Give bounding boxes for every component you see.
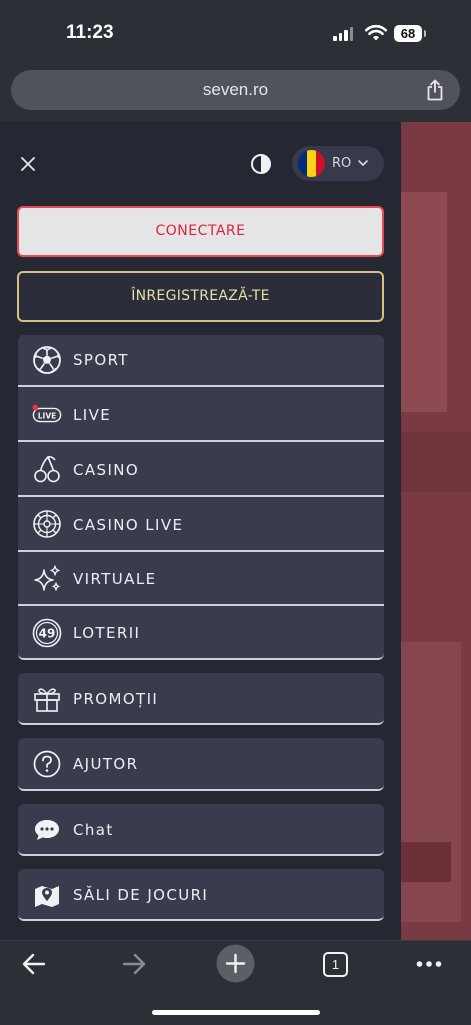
address-bar[interactable]: seven.ro [11,70,460,110]
tabs-count-button[interactable]: 1 [323,952,348,977]
close-icon[interactable] [19,155,37,173]
home-indicator[interactable] [152,1010,320,1015]
more-options-icon[interactable] [416,960,442,968]
map-pin-icon [35,886,59,907]
question-circle-icon [33,750,61,778]
cherries-icon [34,455,60,483]
background-site-overlay[interactable] [401,122,471,940]
status-time: 11:23 [66,22,114,43]
menu-item-ajutor[interactable]: AJUTOR [18,738,384,791]
roulette-wheel-icon [33,510,61,538]
menu-item-label: CASINO LIVE [73,516,184,534]
share-icon[interactable] [426,79,444,101]
menu-item-label: Chat [73,821,114,839]
theme-toggle-icon[interactable] [250,153,272,175]
language-code: RO [332,156,352,171]
back-arrow-icon[interactable] [20,952,48,976]
live-badge-icon: LIVE [32,404,62,423]
menu-item-loterii[interactable]: 49 LOTERII [18,606,384,660]
live-icon-text: LIVE [38,411,57,420]
status-bar: 11:23 68 [0,0,471,62]
lottery-ball-49-icon: 49 [32,618,62,648]
lottery-icon-text: 49 [39,627,56,641]
menu-item-casino-live[interactable]: CASINO LIVE [18,497,384,552]
register-button[interactable]: ÎNREGISTREAZĂ-TE [17,271,384,322]
menu-item-chat[interactable]: Chat [18,804,384,856]
menu-item-label: SPORT [73,351,129,369]
menu-item-label: LOTERII [73,624,141,642]
battery-indicator: 68 [394,25,426,42]
language-selector[interactable]: RO [292,146,384,181]
forward-arrow-icon[interactable] [120,952,148,976]
new-tab-plus-icon[interactable] [216,944,255,983]
menu-item-sport[interactable]: SPORT [18,335,384,387]
cellular-signal-icon [333,27,353,41]
login-label: CONECTARE [155,223,246,239]
romania-flag-icon [298,150,325,177]
menu-item-label: CASINO [73,461,140,479]
menu-item-casino[interactable]: CASINO [18,442,384,497]
chat-bubble-icon [35,820,59,840]
menu-item-sali-de-jocuri[interactable]: SĂLI DE JOCURI [18,869,384,921]
register-label: ÎNREGISTREAZĂ-TE [131,288,270,304]
menu-item-label: PROMOȚII [73,690,159,708]
menu-item-label: VIRTUALE [73,570,157,588]
gift-icon [34,688,60,712]
menu-item-live[interactable]: LIVE LIVE [18,387,384,442]
menu-item-promotii[interactable]: PROMOȚII [18,673,384,725]
url-text[interactable]: seven.ro [11,80,460,100]
chevron-down-icon [358,160,368,166]
wifi-icon [365,25,387,41]
sparkles-icon [34,565,60,591]
menu-item-label: LIVE [73,406,112,424]
menu-item-label: AJUTOR [73,755,139,773]
soccer-ball-icon [33,346,61,374]
menu-item-virtuale[interactable]: VIRTUALE [18,552,384,606]
login-button[interactable]: CONECTARE [17,206,384,257]
menu-item-label: SĂLI DE JOCURI [73,886,209,904]
